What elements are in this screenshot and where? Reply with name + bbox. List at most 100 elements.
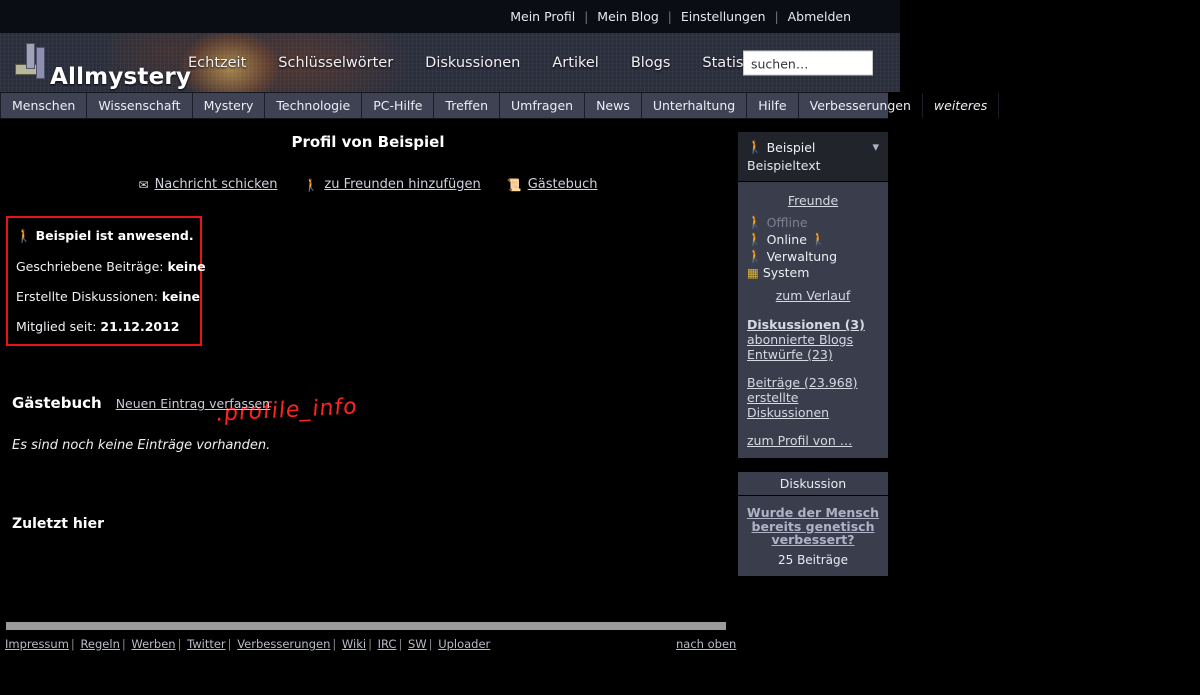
friends-history-wrap: zum Verlauf xyxy=(747,285,879,304)
action-nachricht-schicken[interactable]: ✉ Nachricht schicken xyxy=(139,177,278,192)
profile-presence-row: 🚶 Beispiel ist anwesend. xyxy=(16,228,192,244)
profile-row-label: Erstellte Diskussionen: xyxy=(16,289,158,304)
site-header: Allmystery Echtzeit Schlüsselwörter Disk… xyxy=(0,33,900,92)
friends-row-label: Online xyxy=(767,232,807,247)
sidebar-user-subtitle: Beispieltext xyxy=(747,158,879,173)
catnav-item-verbesserungen[interactable]: Verbesserungen xyxy=(799,93,923,118)
friends-history-link[interactable]: zum Verlauf xyxy=(776,288,851,303)
sidebar-user-name: Beispiel xyxy=(767,140,816,155)
logo-bar-vertical-left xyxy=(26,43,35,69)
logo-bar-vertical-right xyxy=(36,47,45,79)
sidebar-discussion-box: Diskussion Wurde der Mensch bereits gene… xyxy=(738,472,888,576)
page-title: Profil von Beispiel xyxy=(0,133,736,151)
right-sidebar: 🚶 Beispiel Beispieltext ▾ Freunde 🚶 Offl… xyxy=(738,132,888,576)
footer-link-impressum[interactable]: Impressum xyxy=(5,637,69,651)
footer-link-sw[interactable]: SW xyxy=(408,637,427,651)
friends-row-online[interactable]: 🚶 Online 🚶 xyxy=(747,231,879,247)
profile-row-mitglied-seit: Mitglied seit: 21.12.2012 xyxy=(16,319,192,334)
friends-row-offline[interactable]: 🚶 Offline xyxy=(747,214,879,230)
topbar-link-abmelden[interactable]: Abmelden xyxy=(779,9,860,24)
brand-title[interactable]: Allmystery xyxy=(50,64,191,90)
topbar-link-einstellungen[interactable]: Einstellungen xyxy=(672,9,775,24)
catnav-item-weiteres[interactable]: weiteres xyxy=(923,93,999,118)
sidebar-link-diskussionen[interactable]: Diskussionen (3) xyxy=(747,317,879,332)
profile-row-label: Geschriebene Beiträge: xyxy=(16,259,163,274)
footer-separator: | xyxy=(427,637,435,651)
guestbook-icon: 📜 xyxy=(507,178,522,192)
friends-title-link[interactable]: Freunde xyxy=(788,193,838,208)
footer-separator: | xyxy=(396,637,404,651)
back-to-top: nach oben xyxy=(676,637,736,651)
sidebar-link-beitraege[interactable]: Beiträge (23.968) xyxy=(747,375,879,390)
catnav-item-technologie[interactable]: Technologie xyxy=(265,93,362,118)
catnav-item-treffen[interactable]: Treffen xyxy=(434,93,500,118)
profile-row-label: Mitglied seit: xyxy=(16,319,96,334)
footer-links: Impressum| Regeln| Werben| Twitter| Verb… xyxy=(5,637,490,651)
friends-title-wrap: Freunde xyxy=(747,190,879,213)
action-zu-freunden-hinzufuegen[interactable]: 🚶 zu Freunden hinzufügen xyxy=(303,177,480,192)
catnav-item-hilfe[interactable]: Hilfe xyxy=(747,93,798,118)
recent-visitors-title: Zuletzt hier xyxy=(12,516,104,532)
sidebar-body: Freunde 🚶 Offline 🚶 Online 🚶 🚶 Verwaltun… xyxy=(738,182,888,458)
sidebar-link-entwuerfe[interactable]: Entwürfe (23) xyxy=(747,347,879,362)
nav-item-artikel[interactable]: Artikel xyxy=(536,55,614,71)
discussion-box-header: Diskussion xyxy=(738,472,888,496)
person-icon: 🚶 xyxy=(747,139,763,155)
profile-info-box: 🚶 Beispiel ist anwesend. Geschriebene Be… xyxy=(6,216,202,346)
discussion-box-body: Wurde der Mensch bereits genetisch verbe… xyxy=(738,496,888,576)
guestbook-new-entry-link[interactable]: Neuen Eintrag verfassen xyxy=(116,396,270,411)
footer-link-uploader[interactable]: Uploader xyxy=(438,637,490,651)
nav-item-echtzeit[interactable]: Echtzeit xyxy=(172,55,262,71)
guestbook-header: Gästebuch Neuen Eintrag verfassen xyxy=(12,394,270,412)
footer-separator: | xyxy=(120,637,128,651)
footer-link-wiki[interactable]: Wiki xyxy=(342,637,366,651)
discussion-box-title-link[interactable]: Wurde der Mensch bereits genetisch verbe… xyxy=(746,506,880,547)
action-label[interactable]: zu Freunden hinzufügen xyxy=(324,177,480,192)
friends-row-label: Verwaltung xyxy=(767,249,837,264)
action-label[interactable]: Nachricht schicken xyxy=(155,177,278,192)
footer-link-irc[interactable]: IRC xyxy=(378,637,397,651)
catnav-item-umfragen[interactable]: Umfragen xyxy=(500,93,585,118)
catnav-item-pc-hilfe[interactable]: PC-Hilfe xyxy=(362,93,434,118)
chevron-down-icon[interactable]: ▾ xyxy=(872,140,879,155)
nav-item-blogs[interactable]: Blogs xyxy=(615,55,687,71)
search-input[interactable]: suchen… xyxy=(743,50,873,75)
footer-separator: | xyxy=(226,637,234,651)
sidebar-group-two: Beiträge (23.968) erstellte Diskussionen xyxy=(747,375,879,420)
friends-row-system[interactable]: ▦ System xyxy=(747,265,879,280)
guestbook-empty-text: Es sind noch keine Einträge vorhanden. xyxy=(12,438,270,453)
profile-row-value: keine xyxy=(167,259,205,274)
profile-row-value: 21.12.2012 xyxy=(100,319,179,334)
person-add-icon: 🚶 xyxy=(303,178,318,192)
profile-row-diskussionen: Erstellte Diskussionen: keine xyxy=(16,289,192,304)
sidebar-link-abonnierte-blogs[interactable]: abonnierte Blogs xyxy=(747,332,879,347)
catnav-item-news[interactable]: News xyxy=(585,93,642,118)
friends-row-verwaltung[interactable]: 🚶 Verwaltung xyxy=(747,248,879,264)
back-to-top-link[interactable]: nach oben xyxy=(676,637,736,651)
footer-separator: | xyxy=(330,637,338,651)
sidebar-group-one: Diskussionen (3) abonnierte Blogs Entwür… xyxy=(747,317,879,362)
catnav-item-menschen[interactable]: Menschen xyxy=(0,93,87,118)
footer-link-twitter[interactable]: Twitter xyxy=(187,637,226,651)
nav-item-schluesselwoerter[interactable]: Schlüsselwörter xyxy=(262,55,409,71)
sidebar-link-zum-profil[interactable]: zum Profil von … xyxy=(747,433,879,448)
main-content: Profil von Beispiel ✉ Nachricht schicken… xyxy=(0,120,736,192)
sidebar-link-erstellte-diskussionen[interactable]: erstellte Diskussionen xyxy=(747,390,879,420)
topbar-link-mein-blog[interactable]: Mein Blog xyxy=(588,9,667,24)
guestbook-title: Gästebuch xyxy=(12,394,102,412)
catnav-item-unterhaltung[interactable]: Unterhaltung xyxy=(642,93,747,118)
allmystery-logo-icon[interactable] xyxy=(14,41,50,85)
sidebar-user-box[interactable]: 🚶 Beispiel Beispieltext ▾ xyxy=(738,132,888,182)
footer-link-regeln[interactable]: Regeln xyxy=(80,637,119,651)
action-gaestebuch[interactable]: 📜 Gästebuch xyxy=(507,177,598,192)
person-red-icon: 🚶 xyxy=(747,231,763,247)
catnav-item-mystery[interactable]: Mystery xyxy=(193,93,266,118)
footer-link-verbesserungen[interactable]: Verbesserungen xyxy=(237,637,330,651)
footer-link-werben[interactable]: Werben xyxy=(131,637,175,651)
topbar-link-mein-profil[interactable]: Mein Profil xyxy=(501,9,584,24)
action-label[interactable]: Gästebuch xyxy=(528,177,598,192)
catnav-item-wissenschaft[interactable]: Wissenschaft xyxy=(87,93,192,118)
system-icon: ▦ xyxy=(747,265,759,280)
nav-item-diskussionen[interactable]: Diskussionen xyxy=(409,55,536,71)
footer-separator: | xyxy=(176,637,184,651)
